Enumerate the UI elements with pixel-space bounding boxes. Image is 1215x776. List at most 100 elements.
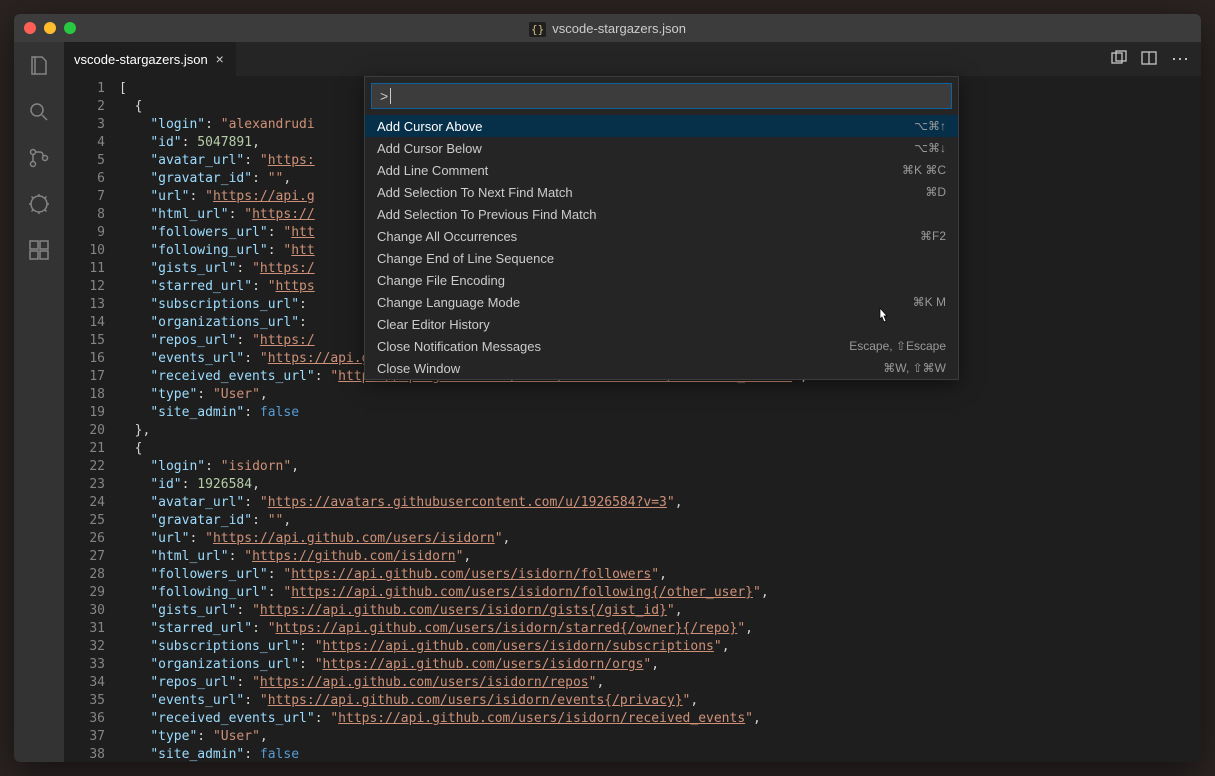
line-number: 2 [64, 98, 105, 116]
command-shortcut: ⌘K M [913, 295, 946, 309]
code-line[interactable]: "login": "isidorn", [119, 458, 1201, 476]
command-palette-item[interactable]: Clear Editor History [365, 313, 958, 335]
command-shortcut: ⌥⌘↑ [914, 119, 946, 133]
open-changes-icon[interactable] [1111, 50, 1127, 69]
command-palette-item[interactable]: Change File Encoding [365, 269, 958, 291]
command-label: Add Cursor Below [377, 141, 482, 156]
command-palette-list: Add Cursor Above⌥⌘↑Add Cursor Below⌥⌘↓Ad… [365, 115, 958, 379]
code-line[interactable]: "organizations_url": "https://api.github… [119, 656, 1201, 674]
line-number: 4 [64, 134, 105, 152]
line-number: 20 [64, 422, 105, 440]
command-label: Change End of Line Sequence [377, 251, 554, 266]
search-icon[interactable] [25, 98, 53, 126]
line-number: 22 [64, 458, 105, 476]
command-label: Add Selection To Next Find Match [377, 185, 573, 200]
code-line[interactable]: "followers_url": "https://api.github.com… [119, 566, 1201, 584]
line-number: 12 [64, 278, 105, 296]
code-line[interactable]: "starred_url": "https://api.github.com/u… [119, 620, 1201, 638]
line-number: 24 [64, 494, 105, 512]
line-number: 23 [64, 476, 105, 494]
command-palette-item[interactable]: Change End of Line Sequence [365, 247, 958, 269]
line-number: 37 [64, 728, 105, 746]
line-number: 28 [64, 566, 105, 584]
command-palette-item[interactable]: Change Language Mode ⌘K M [365, 291, 958, 313]
code-line[interactable]: "site_admin": false [119, 404, 1201, 422]
command-shortcut: ⌘D [925, 185, 946, 199]
files-icon[interactable] [25, 52, 53, 80]
code-line[interactable]: }, [119, 422, 1201, 440]
code-line[interactable]: "gravatar_id": "", [119, 512, 1201, 530]
command-label: Change File Encoding [377, 273, 505, 288]
git-icon[interactable] [25, 144, 53, 172]
code-line[interactable]: "repos_url": "https://api.github.com/use… [119, 674, 1201, 692]
code-line[interactable]: "received_events_url": "https://api.gith… [119, 710, 1201, 728]
command-palette-item[interactable]: Close Notification Messages Escape, ⇧Esca… [365, 335, 958, 357]
command-label: Clear Editor History [377, 317, 490, 332]
command-shortcut: ⌥⌘↓ [914, 141, 946, 155]
tabs-bar: vscode-stargazers.json × ⋯ [64, 42, 1201, 76]
command-shortcut: Escape, ⇧Escape [849, 339, 946, 353]
command-shortcut: ⌘W, ⇧⌘W [883, 361, 946, 375]
line-number: 36 [64, 710, 105, 728]
line-number: 8 [64, 206, 105, 224]
code-line[interactable]: "html_url": "https://github.com/isidorn"… [119, 548, 1201, 566]
debug-icon[interactable] [25, 190, 53, 218]
maximize-window-button[interactable] [64, 22, 76, 34]
command-palette-item[interactable]: Change All Occurrences⌘F2 [365, 225, 958, 247]
line-number: 21 [64, 440, 105, 458]
line-number: 11 [64, 260, 105, 278]
command-palette-item[interactable]: Close Window⌘W, ⇧⌘W [365, 357, 958, 379]
code-line[interactable]: "events_url": "https://api.github.com/us… [119, 692, 1201, 710]
code-line[interactable]: "following_url": "https://api.github.com… [119, 584, 1201, 602]
line-number: 10 [64, 242, 105, 260]
extensions-icon[interactable] [25, 236, 53, 264]
minimize-window-button[interactable] [44, 22, 56, 34]
command-label: Add Selection To Previous Find Match [377, 207, 596, 222]
code-line[interactable]: "subscriptions_url": "https://api.github… [119, 638, 1201, 656]
line-gutter: 1234567891011121314151617181920212223242… [64, 76, 119, 762]
command-palette: > Add Cursor Above⌥⌘↑ Add Cursor Below ⌥⌘↓… [364, 76, 959, 380]
command-label: Close Notification Messages [377, 339, 541, 354]
line-number: 35 [64, 692, 105, 710]
line-number: 32 [64, 638, 105, 656]
code-line[interactable]: "site_admin": false [119, 746, 1201, 762]
more-actions-icon[interactable]: ⋯ [1171, 49, 1191, 70]
line-number: 26 [64, 530, 105, 548]
line-number: 7 [64, 188, 105, 206]
command-palette-input[interactable]: > [371, 83, 952, 109]
command-label: Change Language Mode [377, 295, 520, 310]
code-line[interactable]: "url": "https://api.github.com/users/isi… [119, 530, 1201, 548]
command-palette-item[interactable]: Add Selection To Next Find Match ⌘D [365, 181, 958, 203]
line-number: 30 [64, 602, 105, 620]
command-palette-item[interactable]: Add Line Comment ⌘K ⌘C [365, 159, 958, 181]
line-number: 18 [64, 386, 105, 404]
line-number: 25 [64, 512, 105, 530]
split-editor-icon[interactable] [1141, 50, 1157, 69]
close-window-button[interactable] [24, 22, 36, 34]
vscode-window: vscode-stargazers.json vscode-stargaze [14, 14, 1201, 762]
titlebar[interactable]: vscode-stargazers.json [14, 14, 1201, 42]
line-number: 17 [64, 368, 105, 386]
code-line[interactable]: "type": "User", [119, 386, 1201, 404]
code-line[interactable]: "gists_url": "https://api.github.com/use… [119, 602, 1201, 620]
activity-bar [14, 42, 64, 762]
command-label: Add Line Comment [377, 163, 488, 178]
line-number: 1 [64, 80, 105, 98]
code-line[interactable]: "type": "User", [119, 728, 1201, 746]
tab-label: vscode-stargazers.json [74, 52, 208, 67]
line-number: 9 [64, 224, 105, 242]
line-number: 33 [64, 656, 105, 674]
line-number: 34 [64, 674, 105, 692]
line-number: 6 [64, 170, 105, 188]
command-palette-item[interactable]: Add Cursor Above⌥⌘↑ [365, 115, 958, 137]
tab-active[interactable]: vscode-stargazers.json × [64, 42, 237, 76]
close-tab-icon[interactable]: × [214, 51, 226, 67]
command-palette-item[interactable]: Add Cursor Below ⌥⌘↓ [365, 137, 958, 159]
code-line[interactable]: "id": 1926584, [119, 476, 1201, 494]
code-line[interactable]: { [119, 440, 1201, 458]
command-shortcut: ⌘K ⌘C [902, 163, 946, 177]
line-number: 27 [64, 548, 105, 566]
line-number: 15 [64, 332, 105, 350]
code-line[interactable]: "avatar_url": "https://avatars.githubuse… [119, 494, 1201, 512]
command-palette-item[interactable]: Add Selection To Previous Find Match [365, 203, 958, 225]
